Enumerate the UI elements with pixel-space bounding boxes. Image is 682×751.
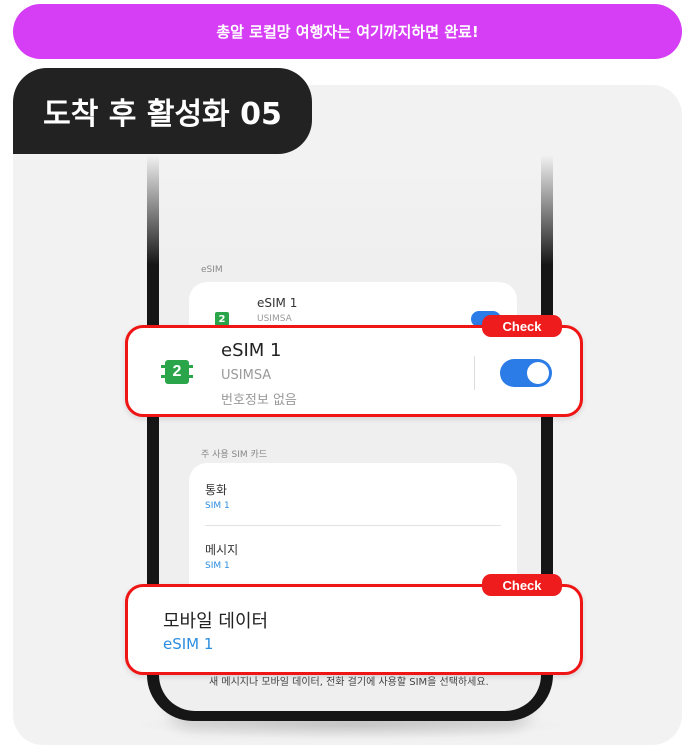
esim-bg-carrier: USIMSA	[257, 314, 292, 324]
check-badge-esim: Check	[482, 315, 562, 337]
step-title-text: 도착 후 활성화 05	[43, 97, 282, 132]
esim-name: eSIM 1	[221, 340, 282, 361]
sim-card-icon: 2	[161, 360, 193, 384]
step-title: 도착 후 활성화 05	[13, 68, 312, 154]
mobile-data-value: eSIM 1	[163, 635, 214, 653]
esim-number-info: 번호정보 없음	[221, 393, 297, 408]
calls-label: 통화	[205, 483, 228, 497]
check-badge-text: Check	[502, 318, 542, 334]
check-badge-text: Check	[502, 577, 542, 593]
esim-bg-name: eSIM 1	[257, 296, 298, 310]
banner-text: 총알 로컬망 여행자는 여기까지하면 완료!	[216, 23, 479, 41]
esim-highlight-card: 2 eSIM 1 USIMSA 번호정보 없음	[125, 325, 583, 417]
calls-value: SIM 1	[205, 501, 230, 511]
esim-section-label: eSIM	[201, 265, 223, 275]
primary-sim-card: 통화 SIM 1 메시지 SIM 1	[189, 463, 517, 603]
sim-note: 새 메시지나 모바일 데이터, 전화 걸기에 사용할 SIM을 선택하세요.	[209, 677, 489, 688]
top-banner: 총알 로컬망 여행자는 여기까지하면 완료!	[13, 4, 682, 59]
row-divider	[205, 525, 501, 526]
messages-label: 메시지	[205, 543, 239, 557]
esim-toggle[interactable]	[500, 359, 552, 387]
mobile-data-highlight-card[interactable]: 모바일 데이터 eSIM 1	[125, 584, 583, 675]
check-badge-data: Check	[482, 574, 562, 596]
toggle-knob	[527, 362, 549, 384]
phone-top-fade	[147, 155, 553, 265]
sim-card-icon: 2	[215, 312, 229, 326]
esim-carrier: USIMSA	[221, 368, 272, 383]
toggle-divider	[474, 356, 475, 390]
primary-sim-label: 주 사용 SIM 카드	[201, 450, 268, 460]
mobile-data-label: 모바일 데이터	[163, 611, 269, 632]
messages-value: SIM 1	[205, 561, 230, 571]
